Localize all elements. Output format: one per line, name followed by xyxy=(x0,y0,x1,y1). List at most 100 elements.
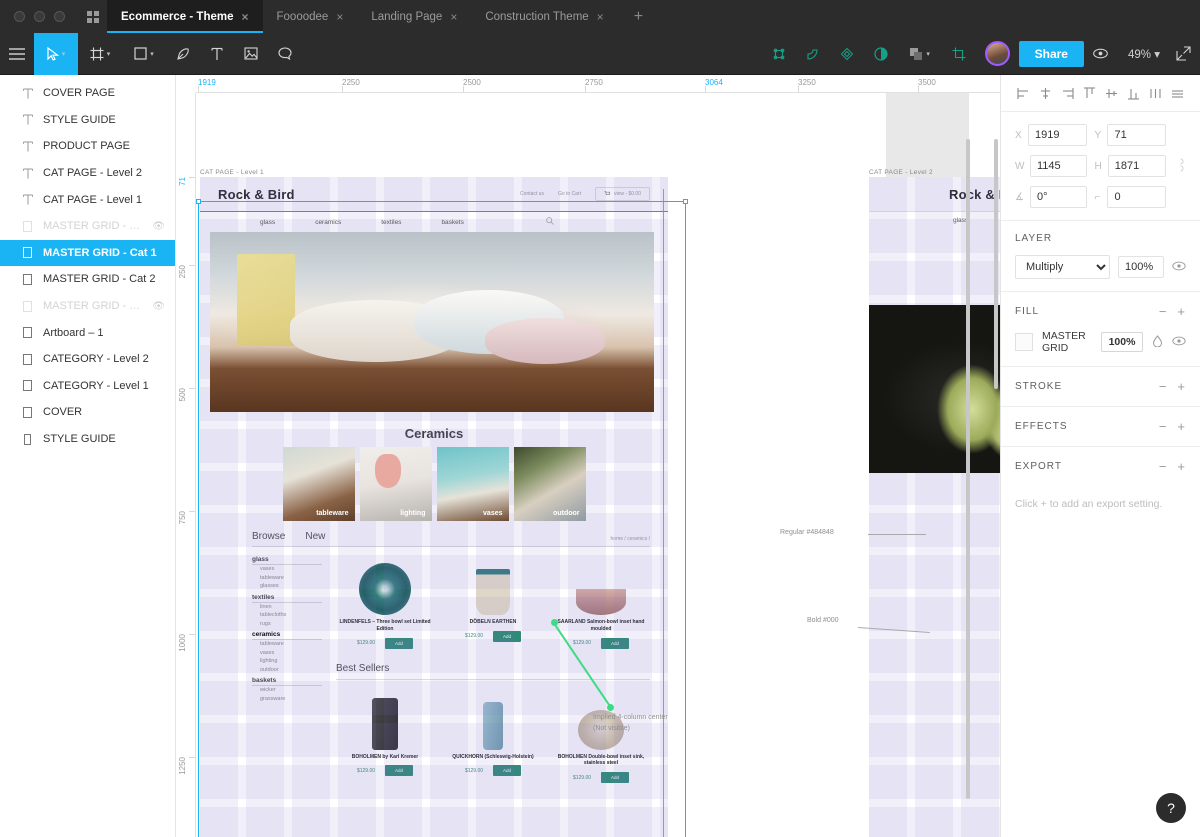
sidemenu-item[interactable]: linen xyxy=(252,603,322,612)
align-vertical-center-icon[interactable] xyxy=(1104,85,1120,101)
nav-item-baskets[interactable]: baskets xyxy=(441,219,463,226)
layer-item[interactable]: CAT PAGE - Level 2 xyxy=(0,160,175,187)
layer-item[interactable]: CATEGORY - Level 2 xyxy=(0,346,175,373)
pen-tool[interactable] xyxy=(166,33,200,75)
artboard-label-2[interactable]: CAT PAGE - Level 2 xyxy=(869,169,933,176)
chevron-down-icon[interactable]: ▾ xyxy=(107,50,111,58)
artboard-scrollbar[interactable] xyxy=(966,139,970,799)
y-input[interactable] xyxy=(1107,124,1166,146)
sidemenu-item[interactable]: glasses xyxy=(252,582,322,591)
sidemenu-item[interactable]: tableware xyxy=(252,640,322,649)
height-input[interactable] xyxy=(1108,155,1166,177)
align-left-icon[interactable] xyxy=(1015,85,1031,101)
layer-item[interactable]: COVER xyxy=(0,399,175,426)
tab-ecommerce-theme[interactable]: Ecommerce - Theme × xyxy=(107,0,263,33)
product-card[interactable]: BOHOLMEN by Karl Kremer $129.00 Add xyxy=(336,688,434,784)
header-link-contact[interactable]: Contact us xyxy=(520,191,544,197)
eye-icon[interactable]: 👁 xyxy=(152,221,165,232)
add-effect-button[interactable]: + xyxy=(1177,419,1186,434)
canvas-area[interactable]: 1919 2250 2500 2750 3064 3250 3500 3750 … xyxy=(176,75,1000,837)
add-stroke-button[interactable]: + xyxy=(1177,379,1186,394)
header-link-cart[interactable]: Go to Cart xyxy=(558,191,581,197)
product-card[interactable]: DÖBELN EARTHEN $129.00 Add xyxy=(444,553,542,649)
comment-tool[interactable] xyxy=(268,33,302,75)
product-card[interactable] xyxy=(552,803,650,837)
sidemenu-item[interactable]: vases xyxy=(252,565,322,574)
sidemenu-item[interactable]: rugs xyxy=(252,620,322,629)
maximize-window-button[interactable] xyxy=(54,11,65,22)
tab-construction-theme[interactable]: Construction Theme × xyxy=(471,0,617,33)
fill-color-swatch[interactable] xyxy=(1015,333,1033,351)
category-card-outdoor[interactable]: outdoor xyxy=(514,447,586,521)
sidemenu-head-glass[interactable]: glass xyxy=(252,553,322,565)
boolean-contrast-tool[interactable] xyxy=(864,33,898,75)
category-card-vases[interactable]: vases xyxy=(437,447,509,521)
properties-panel[interactable]: X Y W H xyxy=(1000,75,1200,837)
crop-tool[interactable] xyxy=(942,33,976,75)
user-avatar[interactable] xyxy=(985,41,1010,66)
layer-item[interactable]: STYLE GUIDE xyxy=(0,107,175,134)
link-constrain-icon[interactable] xyxy=(1174,158,1186,175)
layer-item[interactable]: CAT PAGE - Level 1 xyxy=(0,186,175,213)
add-to-cart-button[interactable]: Add xyxy=(385,638,413,649)
product-card[interactable]: QUICKHORN (Schleswig-Holstein) $129.00 A… xyxy=(444,688,542,784)
new-tab-button[interactable]: + xyxy=(618,0,659,33)
remove-stroke-button[interactable]: − xyxy=(1159,379,1168,394)
remove-fill-button[interactable]: − xyxy=(1159,304,1168,319)
canvas-scrollbar[interactable] xyxy=(994,139,998,389)
add-to-cart-button[interactable]: Add xyxy=(493,631,521,642)
close-icon[interactable]: × xyxy=(242,10,249,24)
eye-icon[interactable] xyxy=(1084,33,1118,75)
zoom-level-control[interactable]: 49% ▾ xyxy=(1118,47,1166,61)
layer-item[interactable]: STYLE GUIDE xyxy=(0,426,175,453)
category-card-lighting[interactable]: lighting xyxy=(360,447,432,521)
blend-mode-select[interactable]: Multiply xyxy=(1015,255,1110,279)
add-to-cart-button[interactable]: Add xyxy=(601,638,629,649)
component-tool[interactable] xyxy=(762,33,796,75)
layer-opacity-input[interactable] xyxy=(1118,256,1164,278)
sidemenu-item[interactable]: tablecloths xyxy=(252,611,322,620)
align-top-icon[interactable] xyxy=(1081,85,1097,101)
shape-tool[interactable]: ▾ xyxy=(122,33,166,75)
add-to-cart-button[interactable]: Add xyxy=(385,765,413,776)
product-card[interactable]: SAARLAND Salmon-bowl inset hand moulded … xyxy=(552,553,650,649)
close-icon[interactable]: × xyxy=(336,10,343,24)
layer-item-master-grid-cat-1[interactable]: MASTER GRID - Cat 1 xyxy=(0,240,175,267)
nav-item-ceramics[interactable]: ceramics xyxy=(315,219,341,226)
sidemenu-item[interactable]: vases xyxy=(252,649,322,658)
artboard-label[interactable]: CAT PAGE - Level 1 xyxy=(200,169,264,176)
sidemenu-item[interactable]: grassware xyxy=(252,695,322,704)
union-tool[interactable]: ▾ xyxy=(898,33,942,75)
share-button[interactable]: Share xyxy=(1019,41,1084,67)
frame-tool[interactable]: ▾ xyxy=(78,33,122,75)
nav-item-glass[interactable]: glass xyxy=(260,219,275,226)
fit-to-screen-icon[interactable] xyxy=(1166,33,1200,75)
chevron-down-icon[interactable]: ▾ xyxy=(150,50,154,58)
cart-button[interactable]: view - $0.00 xyxy=(595,187,650,201)
add-fill-button[interactable]: + xyxy=(1177,304,1186,319)
eye-icon[interactable]: 👁 xyxy=(152,301,165,312)
add-to-cart-button[interactable]: Add xyxy=(493,765,521,776)
layer-item[interactable]: COVER PAGE xyxy=(0,80,175,107)
fill-style-icon[interactable] xyxy=(1152,335,1163,350)
nav-item-textiles[interactable]: textiles xyxy=(381,219,401,226)
rotation-input[interactable] xyxy=(1030,186,1087,208)
product-card[interactable]: LINDENFELS – Three bowl set Limited Edit… xyxy=(336,553,434,649)
product-card[interactable]: BOHOLMEN Double-bowl inset sink, stainle… xyxy=(552,688,650,784)
sidemenu-head-baskets[interactable]: baskets xyxy=(252,674,322,686)
close-window-button[interactable] xyxy=(14,11,25,22)
eye-icon[interactable] xyxy=(1172,260,1186,274)
fill-style-name[interactable]: MASTER GRID xyxy=(1042,330,1092,354)
chevron-down-icon[interactable]: ▾ xyxy=(926,50,930,58)
sidemenu-item[interactable]: lighting xyxy=(252,657,322,666)
x-input[interactable] xyxy=(1028,124,1087,146)
chevron-down-icon[interactable]: ▾ xyxy=(62,50,66,58)
image-tool[interactable] xyxy=(234,33,268,75)
layer-item[interactable]: Artboard – 1 xyxy=(0,319,175,346)
search-icon[interactable] xyxy=(546,217,554,227)
grid-icon[interactable] xyxy=(79,0,107,33)
text-tool[interactable] xyxy=(200,33,234,75)
distribute-icon[interactable] xyxy=(1148,85,1164,101)
sidemenu-head-ceramics[interactable]: ceramics xyxy=(252,628,322,640)
close-icon[interactable]: × xyxy=(597,10,604,24)
